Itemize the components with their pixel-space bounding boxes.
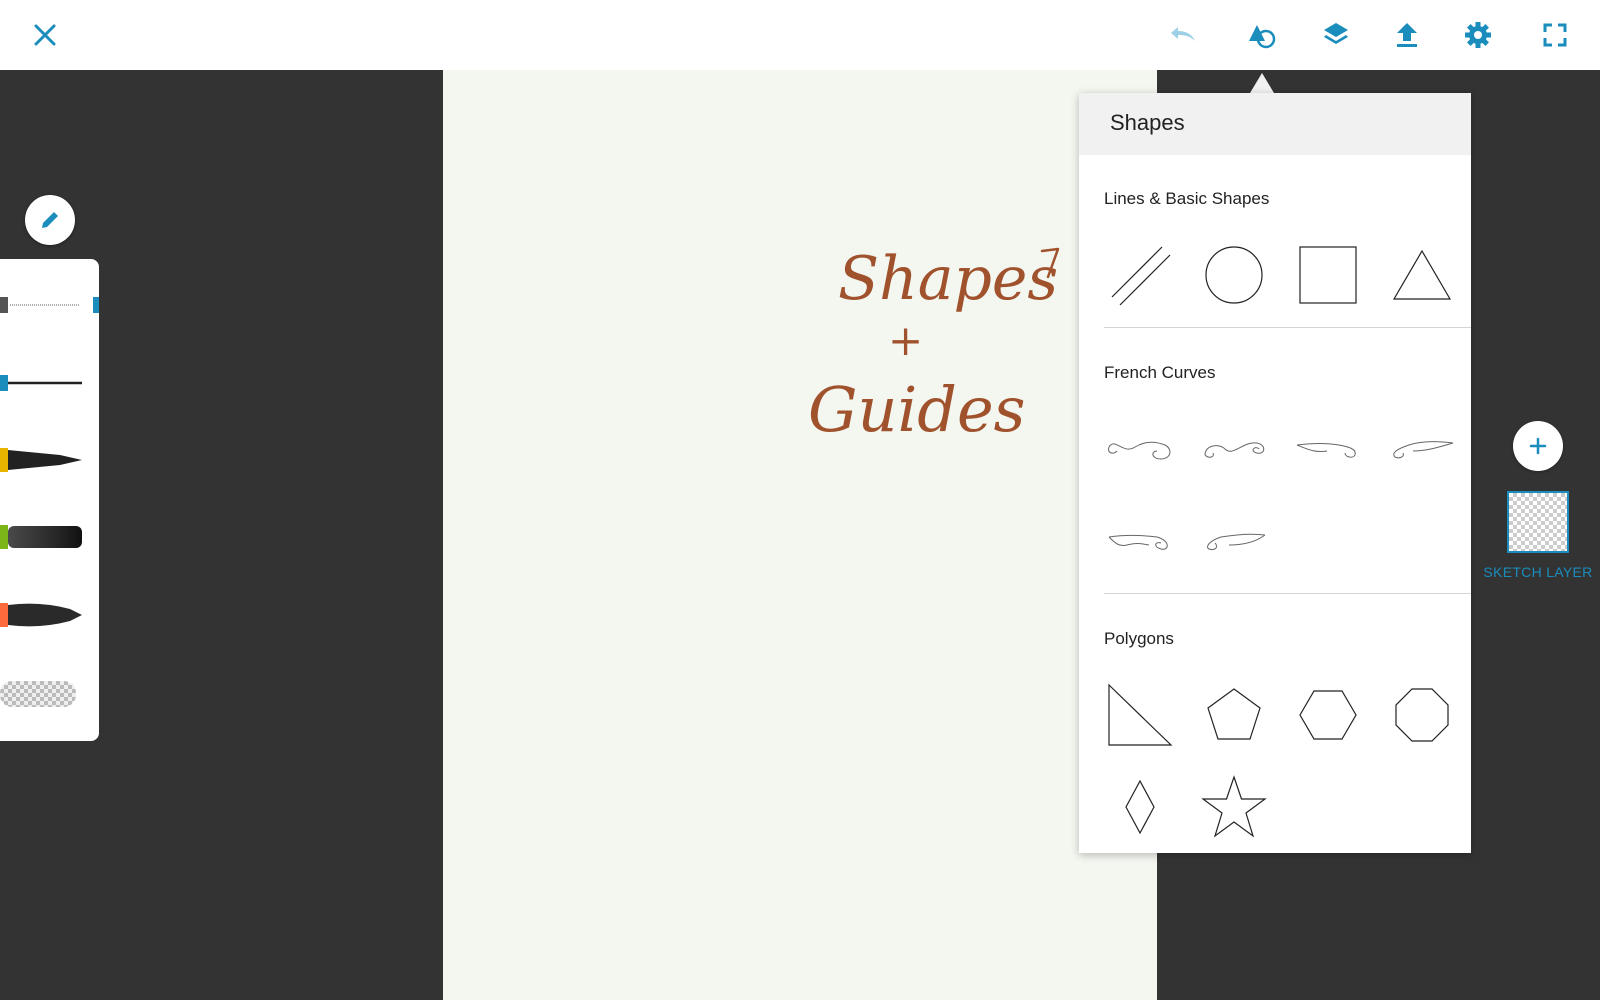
- pencil-icon: [42, 212, 58, 228]
- fullscreen-button[interactable]: [1535, 15, 1575, 55]
- brush-ink-brush[interactable]: [0, 595, 99, 635]
- shapes-panel-header: Shapes: [1079, 93, 1471, 155]
- gear-icon: [1465, 22, 1491, 48]
- shapes-button[interactable]: [1241, 15, 1281, 55]
- top-toolbar: [0, 0, 1600, 70]
- drawing-canvas[interactable]: [443, 70, 1157, 1000]
- shape-diamond[interactable]: [1104, 771, 1176, 843]
- brush-thin-line[interactable]: [0, 363, 99, 403]
- shape-triangle[interactable]: [1386, 239, 1458, 311]
- shape-french-curve-6[interactable]: [1198, 505, 1270, 577]
- plus-icon: [1529, 437, 1547, 455]
- layers-button[interactable]: [1316, 15, 1356, 55]
- settings-button[interactable]: [1458, 15, 1498, 55]
- handwriting-line-3: Guides: [808, 373, 1025, 446]
- export-icon: [1397, 23, 1417, 47]
- popover-caret: [1250, 73, 1274, 93]
- section-label-basic-shapes: Lines & Basic Shapes: [1104, 189, 1270, 208]
- shape-star[interactable]: [1198, 771, 1270, 843]
- sketch-layer-thumbnail[interactable]: [1507, 491, 1569, 553]
- fullscreen-icon: [1543, 23, 1567, 47]
- undo-icon: [1171, 27, 1195, 41]
- shapes-panel-title: Shapes: [1110, 110, 1185, 135]
- shape-octagon[interactable]: [1386, 679, 1458, 751]
- sketch-layer-label: SKETCH LAYER: [1483, 564, 1593, 580]
- shape-french-curve-1[interactable]: [1104, 413, 1176, 485]
- shape-french-curve-2[interactable]: [1198, 413, 1270, 485]
- layers-icon: [1324, 23, 1348, 44]
- shape-french-curve-5[interactable]: [1104, 505, 1176, 577]
- export-button[interactable]: [1387, 15, 1427, 55]
- section-label-french-curves: French Curves: [1104, 363, 1216, 382]
- close-button[interactable]: [25, 15, 65, 55]
- handwriting-line-2: +: [888, 316, 923, 365]
- shape-circle[interactable]: [1198, 239, 1270, 311]
- shape-hexagon[interactable]: [1292, 679, 1364, 751]
- brush-fine-pen[interactable]: [0, 285, 99, 325]
- shape-right-triangle[interactable]: [1104, 679, 1176, 751]
- close-icon: [34, 24, 56, 46]
- section-divider: [1104, 327, 1471, 328]
- brush-tapered-marker[interactable]: [0, 440, 99, 480]
- shape-parallel-lines[interactable]: [1104, 239, 1176, 311]
- add-layer-button[interactable]: [1513, 421, 1563, 471]
- brush-eraser[interactable]: [0, 673, 99, 713]
- brush-tool-button[interactable]: [25, 195, 75, 245]
- brush-soft-brush[interactable]: [0, 517, 99, 557]
- section-divider: [1104, 593, 1471, 594]
- handwriting-line-1: Shapes: [838, 244, 1058, 314]
- shape-french-curve-4[interactable]: [1386, 413, 1458, 485]
- handwritten-sketch: Shapes + Guides: [808, 244, 1060, 446]
- section-label-polygons: Polygons: [1104, 629, 1174, 648]
- undo-button[interactable]: [1163, 15, 1203, 55]
- shape-pentagon[interactable]: [1198, 679, 1270, 751]
- shapes-panel: Shapes Lines & Basic Shapes French Curve…: [1079, 93, 1471, 853]
- shape-french-curve-3[interactable]: [1292, 413, 1364, 485]
- brush-panel: [0, 259, 99, 741]
- shapes-icon: [1249, 25, 1276, 49]
- shape-square[interactable]: [1292, 239, 1364, 311]
